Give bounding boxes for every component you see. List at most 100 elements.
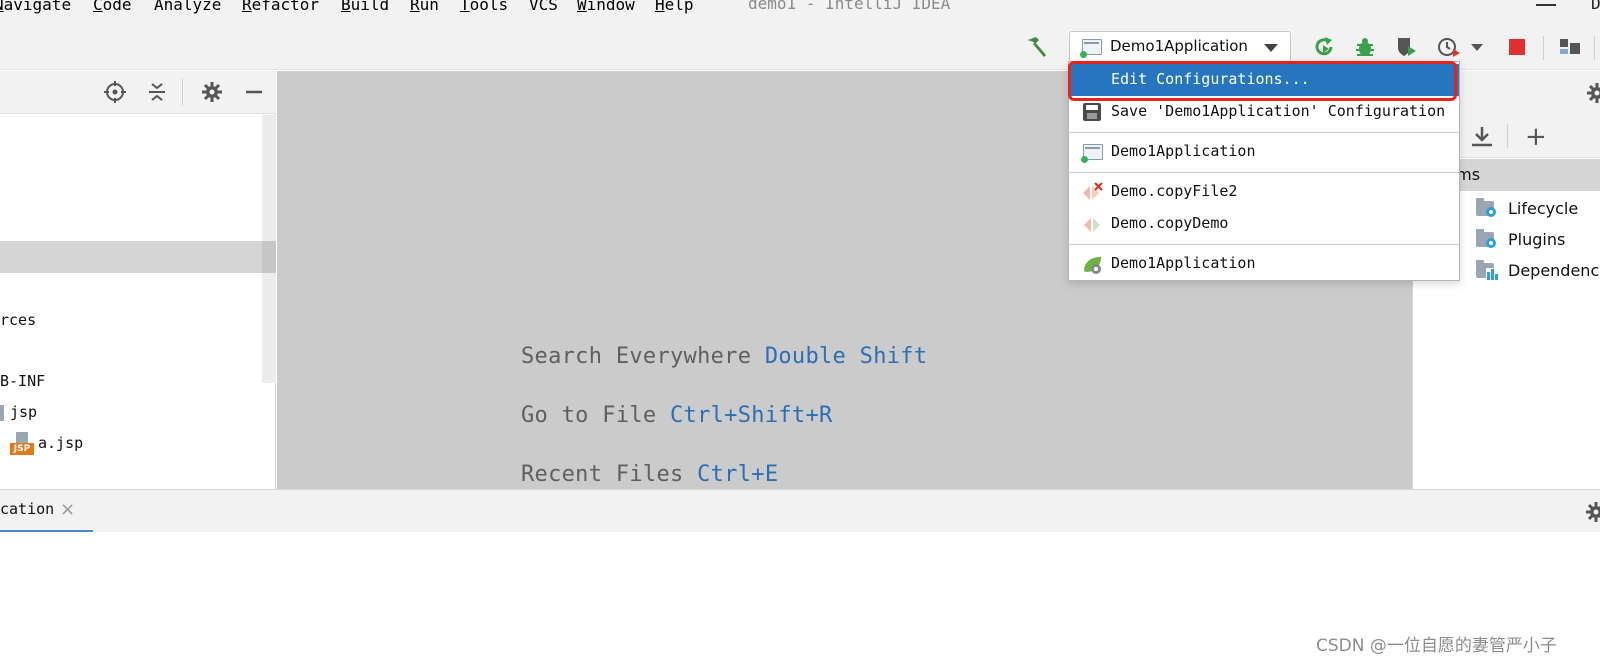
watermark: CSDN @一位自愿的妻管严小子 (1316, 636, 1557, 656)
close-icon[interactable]: × (60, 499, 75, 520)
save-icon (1083, 103, 1101, 121)
gear-icon[interactable] (199, 79, 225, 105)
menu-mnemonic: T (460, 0, 470, 14)
maven-item-dependencies[interactable]: Dependencie (1508, 261, 1600, 280)
menu-label: indow (586, 0, 635, 14)
menu-run[interactable]: Run (410, 0, 439, 14)
maven-item-lifecycle[interactable]: Lifecycle (1508, 199, 1578, 218)
spring-boot-icon (1081, 254, 1105, 276)
folder-icon (0, 405, 4, 421)
run-tab-label: cation (0, 500, 55, 518)
junit-icon (1081, 214, 1105, 236)
menu-item-demo-copyfile2[interactable]: Demo.copyFile2 (1069, 176, 1459, 208)
toolbar-separator (1594, 36, 1595, 60)
menu-analyze[interactable]: Analyze (154, 0, 221, 14)
window-title: demo1 - IntelliJ IDEA (748, 0, 951, 13)
header-separator (182, 79, 183, 105)
menu-label: ode (102, 0, 132, 14)
hint-shortcut: Ctrl+Shift+R (670, 403, 833, 428)
run-config-label: Demo1Application (1110, 37, 1248, 55)
menu-mnemonic: H (655, 0, 665, 14)
tree-item-a-jsp[interactable]: a.jsp (38, 434, 83, 452)
menu-item-spring-demo1application[interactable]: Demo1Application (1069, 248, 1459, 280)
menu-item-save-configuration[interactable]: Save 'Demo1Application' Configuration (1069, 96, 1459, 128)
hint-recent-files: Recent Files Ctrl+E (521, 462, 778, 487)
coverage-icon[interactable] (1394, 34, 1420, 60)
hint-text: Recent Files (521, 462, 684, 487)
menu-code[interactable]: Code (93, 0, 132, 14)
menu-build[interactable]: Build (341, 0, 389, 14)
add-icon[interactable]: + (1525, 122, 1547, 152)
menu-tools[interactable]: Tools (460, 0, 508, 14)
window-edge-glyph: D (1591, 0, 1600, 13)
run-panel-header: cation × (0, 489, 1600, 533)
menu-mnemonic: R (242, 0, 252, 14)
tree-item-webapp[interactable]: p (0, 342, 1, 360)
debug-icon[interactable] (1352, 34, 1378, 60)
hide-panel-icon[interactable] (241, 79, 267, 105)
jsp-file-icon: JSP (10, 432, 34, 456)
menu-label: uild (350, 0, 390, 14)
download-icon[interactable] (1469, 124, 1495, 150)
rerun-icon[interactable] (1311, 34, 1337, 60)
hint-shortcut: Ctrl+E (697, 462, 779, 487)
menu-mnemonic: W (577, 0, 587, 14)
menu-separator (1069, 172, 1459, 173)
gear-icon[interactable] (1584, 500, 1600, 524)
menu-item-label: Edit Configurations... (1111, 70, 1310, 88)
menu-item-edit-configurations[interactable]: Edit Configurations... (1069, 64, 1459, 96)
menu-separator (1069, 132, 1459, 133)
collapse-all-icon[interactable] (144, 79, 170, 105)
selected-tree-row[interactable] (0, 241, 262, 273)
project-panel-header (0, 71, 276, 114)
profile-dropdown-icon[interactable] (1468, 34, 1486, 60)
project-panel (0, 71, 276, 489)
menu-item-label: Demo.copyFile2 (1111, 182, 1238, 200)
hint-search-everywhere: Search Everywhere Double Shift (521, 344, 927, 369)
project-structure-icon[interactable] (1557, 34, 1583, 60)
menu-bar: Navigate Code Analyze Refactor Build Run… (0, 0, 1600, 24)
menu-item-demo1application[interactable]: Demo1Application (1069, 136, 1459, 168)
menu-navigate[interactable]: Navigate (0, 0, 71, 14)
menu-label: ools (469, 0, 509, 14)
menu-label: elp (664, 0, 694, 14)
menu-label: Analyze (154, 0, 222, 14)
chevron-down-icon (1264, 44, 1278, 52)
menu-label: un (419, 0, 439, 14)
menu-item-label: Save 'Demo1Application' Configuration (1111, 102, 1446, 120)
menu-help[interactable]: Help (655, 0, 694, 14)
menu-mnemonic: R (410, 0, 420, 14)
menu-item-label: Demo1Application (1111, 254, 1256, 272)
run-tab[interactable]: cation × (0, 490, 93, 533)
locate-icon[interactable] (102, 79, 128, 105)
tree-item-jsp[interactable]: jsp (10, 403, 37, 421)
hammer-icon[interactable] (1024, 34, 1050, 60)
stop-icon[interactable] (1504, 34, 1530, 60)
profile-icon[interactable] (1436, 34, 1462, 60)
menu-mnemonic: B (341, 0, 351, 14)
toolbar-separator (1507, 124, 1508, 148)
hint-text: Search Everywhere (521, 344, 752, 369)
menu-item-demo-copydemo[interactable]: Demo.copyDemo (1069, 208, 1459, 240)
toolbar-separator (1543, 36, 1544, 60)
tree-item-resources[interactable]: rces (0, 311, 36, 329)
hint-shortcut: Double Shift (764, 344, 928, 369)
menu-item-label: Demo1Application (1111, 142, 1256, 160)
minimize-icon[interactable] (1536, 4, 1556, 6)
run-config-popup: Edit Configurations... Save 'Demo1Applic… (1068, 61, 1460, 281)
scrollbar-thumb[interactable] (262, 241, 276, 273)
run-config-selector[interactable]: Demo1Application (1069, 31, 1291, 62)
menu-label: VCS (529, 0, 558, 14)
menu-mnemonic: C (93, 0, 103, 14)
hint-text: Go to File (521, 403, 657, 428)
menu-vcs[interactable]: VCS (529, 0, 558, 14)
menu-separator (1069, 244, 1459, 245)
junit-failed-icon (1081, 182, 1105, 204)
running-dot-icon (1080, 51, 1087, 58)
menu-window[interactable]: Window (577, 0, 635, 14)
maven-item-plugins[interactable]: Plugins (1508, 230, 1565, 249)
gear-icon[interactable] (1585, 81, 1600, 105)
tree-item-web-inf[interactable]: B-INF (0, 372, 45, 390)
jsp-badge-label: JSP (10, 443, 34, 455)
menu-refactor[interactable]: Refactor (242, 0, 319, 14)
